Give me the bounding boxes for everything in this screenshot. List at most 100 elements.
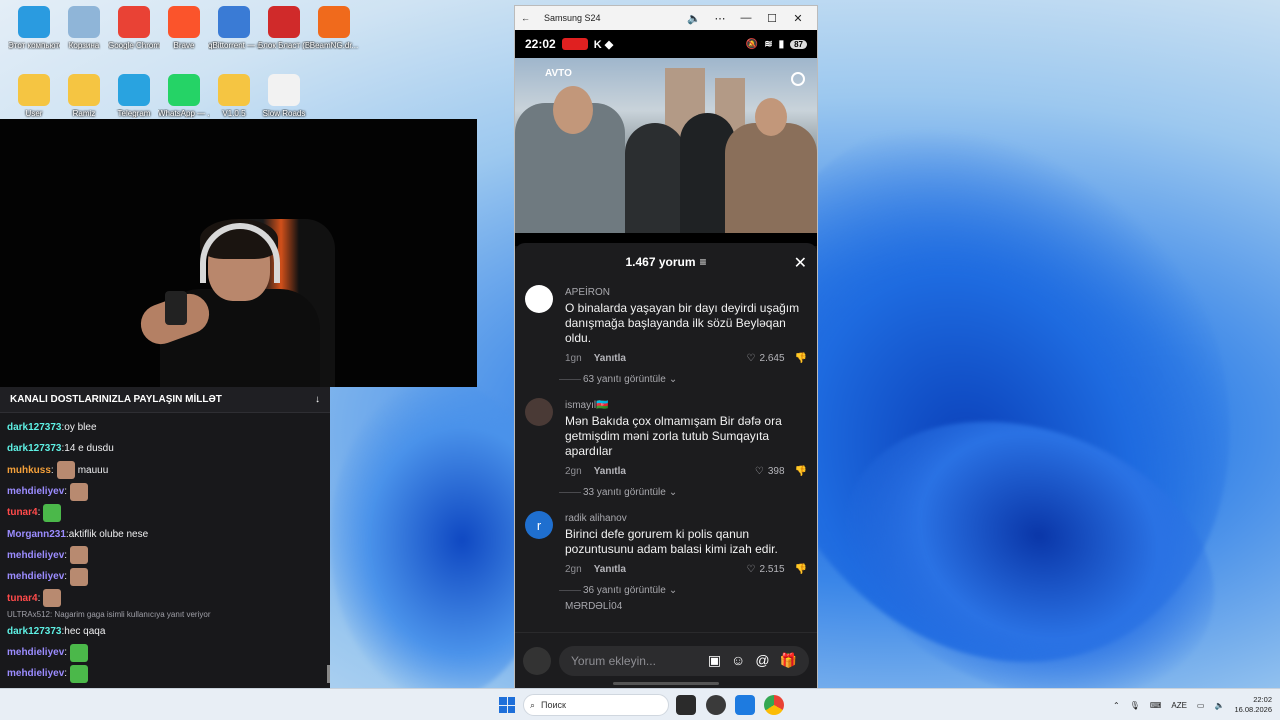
recycle-bin-icon [68,6,100,38]
close-icon[interactable]: ✕ [794,253,807,273]
desktop-icon[interactable]: Slow Roads [258,74,310,118]
back-arrow-icon[interactable]: ← [521,13,530,23]
comment-input-bar: Yorum ekleyin... ▣ ☺ @ 🎁 [515,632,817,688]
comment-username[interactable]: ismayıl🇦🇿 [565,400,807,411]
home-indicator [613,682,719,685]
k-app-icon: K ◆ [593,38,614,51]
comment-username[interactable]: APEİRON [565,287,807,298]
task-view-icon[interactable] [676,695,696,715]
desktop-icon[interactable]: User [8,74,60,118]
chat-username[interactable]: mehdieliyev [7,647,64,658]
mention-icon[interactable]: @ [755,652,769,669]
gift-icon[interactable]: 🎁 [780,652,797,669]
desktop-icon-label: BeamNG.dr... [309,41,359,50]
window-titlebar: ← Samsung S24 🔈 ⋯ — ☐ ✕ [515,6,817,30]
webcam-overlay [0,119,477,387]
reply-button[interactable]: Yanıtla [594,353,626,364]
desktop-icon-label: Brave [173,41,195,50]
chat-message: dark127373: oy blee [7,417,323,438]
chat-username[interactable]: Morgann231 [7,529,66,540]
arrow-down-icon[interactable]: ↓ [315,394,320,405]
close-button[interactable]: ✕ [785,12,811,25]
chat-username[interactable]: tunar4 [7,593,38,604]
desktop-icon[interactable]: qBittorrent — ярлык [208,6,260,50]
mute-icon: 🔕 [745,38,759,50]
avatar[interactable]: r [525,511,553,539]
language-indicator[interactable]: AZE [1171,701,1187,710]
like-button[interactable]: ♡ 398 [755,466,785,477]
taskbar-search[interactable]: ⌕ Поиск [523,694,669,716]
chat-message: mehdieliyev: [7,663,323,684]
phone-status-bar: 22:02 K ◆ 🔕 ≋ ▮ 87 [515,30,817,58]
chat-username[interactable]: dark127373 [7,422,62,433]
maximize-button[interactable]: ☐ [759,12,785,25]
chrome-icon[interactable] [764,695,784,715]
network-icon[interactable]: ▭ [1197,701,1205,710]
chat-username[interactable]: mehdieliyev [7,486,64,497]
like-count: 398 [767,466,785,477]
chat-message: mehdieliyev: [7,566,323,587]
filter-icon[interactable]: ≡ [700,255,707,269]
comment-username[interactable]: radik alihanov [565,513,807,524]
keyboard-icon[interactable]: ⌨ [1150,701,1162,710]
chevron-down-icon: ⌄ [668,373,678,385]
emoji-icon[interactable]: ☺ [731,652,745,669]
desktop-icon[interactable]: Корзина [58,6,110,50]
video-person-head [553,86,593,134]
video-player[interactable]: AVTO [515,58,817,233]
video-person-head [755,98,787,136]
chat-username[interactable]: muhkuss [7,465,51,476]
search-icon: ⌕ [530,699,536,710]
like-button[interactable]: ♡ 2.515 [747,564,785,575]
chevron-up-icon[interactable]: ⌃ [1113,701,1120,710]
comment-age: 2gn [565,466,582,477]
video-logo: AVTO [545,68,572,79]
desktop-icon[interactable]: Блок Бласт (Block Blast) [258,6,310,50]
reply-button[interactable]: Yanıtla [594,564,626,575]
chat-scrollbar[interactable] [327,665,330,683]
dislike-icon[interactable]: 👎 [795,564,807,575]
like-button[interactable]: ♡ 2.645 [747,353,785,364]
chat-username[interactable]: mehdieliyev [7,550,64,561]
search-icon[interactable] [791,72,805,86]
minimize-button[interactable]: — [733,12,759,24]
desktop-icon[interactable]: Brave [158,6,210,50]
image-icon[interactable]: ▣ [708,652,721,669]
desktop-icon[interactable]: Этот компьютер [8,6,60,50]
phone-link-icon[interactable] [735,695,755,715]
reply-button[interactable]: Yanıtla [594,466,626,477]
clock-date: 16.08.2026 [1234,705,1272,714]
chat-username[interactable]: mehdieliyev [7,571,64,582]
chat-pinned-header[interactable]: KANALI DOSTLARINIZLA PAYLAŞIN MİLLƏT ↓ [0,387,330,413]
avatar[interactable] [525,398,553,426]
chat-separator: : [50,464,54,476]
volume-icon[interactable]: 🔈 [1214,701,1224,710]
phone-clock: 22:02 [525,37,556,51]
desktop-icon[interactable]: BeamNG.dr... [308,6,360,50]
desktop-icon[interactable]: V1.0.5 [208,74,260,118]
chat-username[interactable]: dark127373 [7,443,62,454]
desktop-icon[interactable]: Ramiz [58,74,110,118]
volume-icon[interactable]: 🔈 [681,12,707,25]
comments-header: 1.467 yorum ≡ ✕ [515,243,817,281]
chat-username[interactable]: mehdieliyev [7,668,64,679]
avatar[interactable] [525,285,553,313]
clock[interactable]: 22:02 16.08.2026 [1234,695,1272,715]
chat-username[interactable]: tunar4 [7,507,38,518]
desktop-icon-label: Корзина [68,41,100,50]
obs-icon[interactable] [706,695,726,715]
start-button[interactable] [499,697,515,713]
chat-text: hec qaqa [64,625,106,637]
microphone-icon[interactable]: 🎙 [1130,701,1140,710]
desktop-icon[interactable]: WhatsApp — ... [158,74,210,118]
dislike-icon[interactable]: 👎 [795,353,807,364]
dislike-icon[interactable]: 👎 [795,466,807,477]
more-options-icon[interactable]: ⋯ [707,12,733,25]
desktop-icon[interactable]: Google Chrome [108,6,160,50]
view-replies-button[interactable]: 63 yanıtı görüntüle ⌄ [515,364,817,394]
desktop-icon[interactable]: Telegram [108,74,160,118]
view-replies-button[interactable]: 33 yanıtı görüntüle ⌄ [515,477,817,507]
chat-separator: : [37,507,41,519]
chat-username[interactable]: dark127373 [7,626,62,637]
comment-input[interactable]: Yorum ekleyin... ▣ ☺ @ 🎁 [559,645,809,676]
